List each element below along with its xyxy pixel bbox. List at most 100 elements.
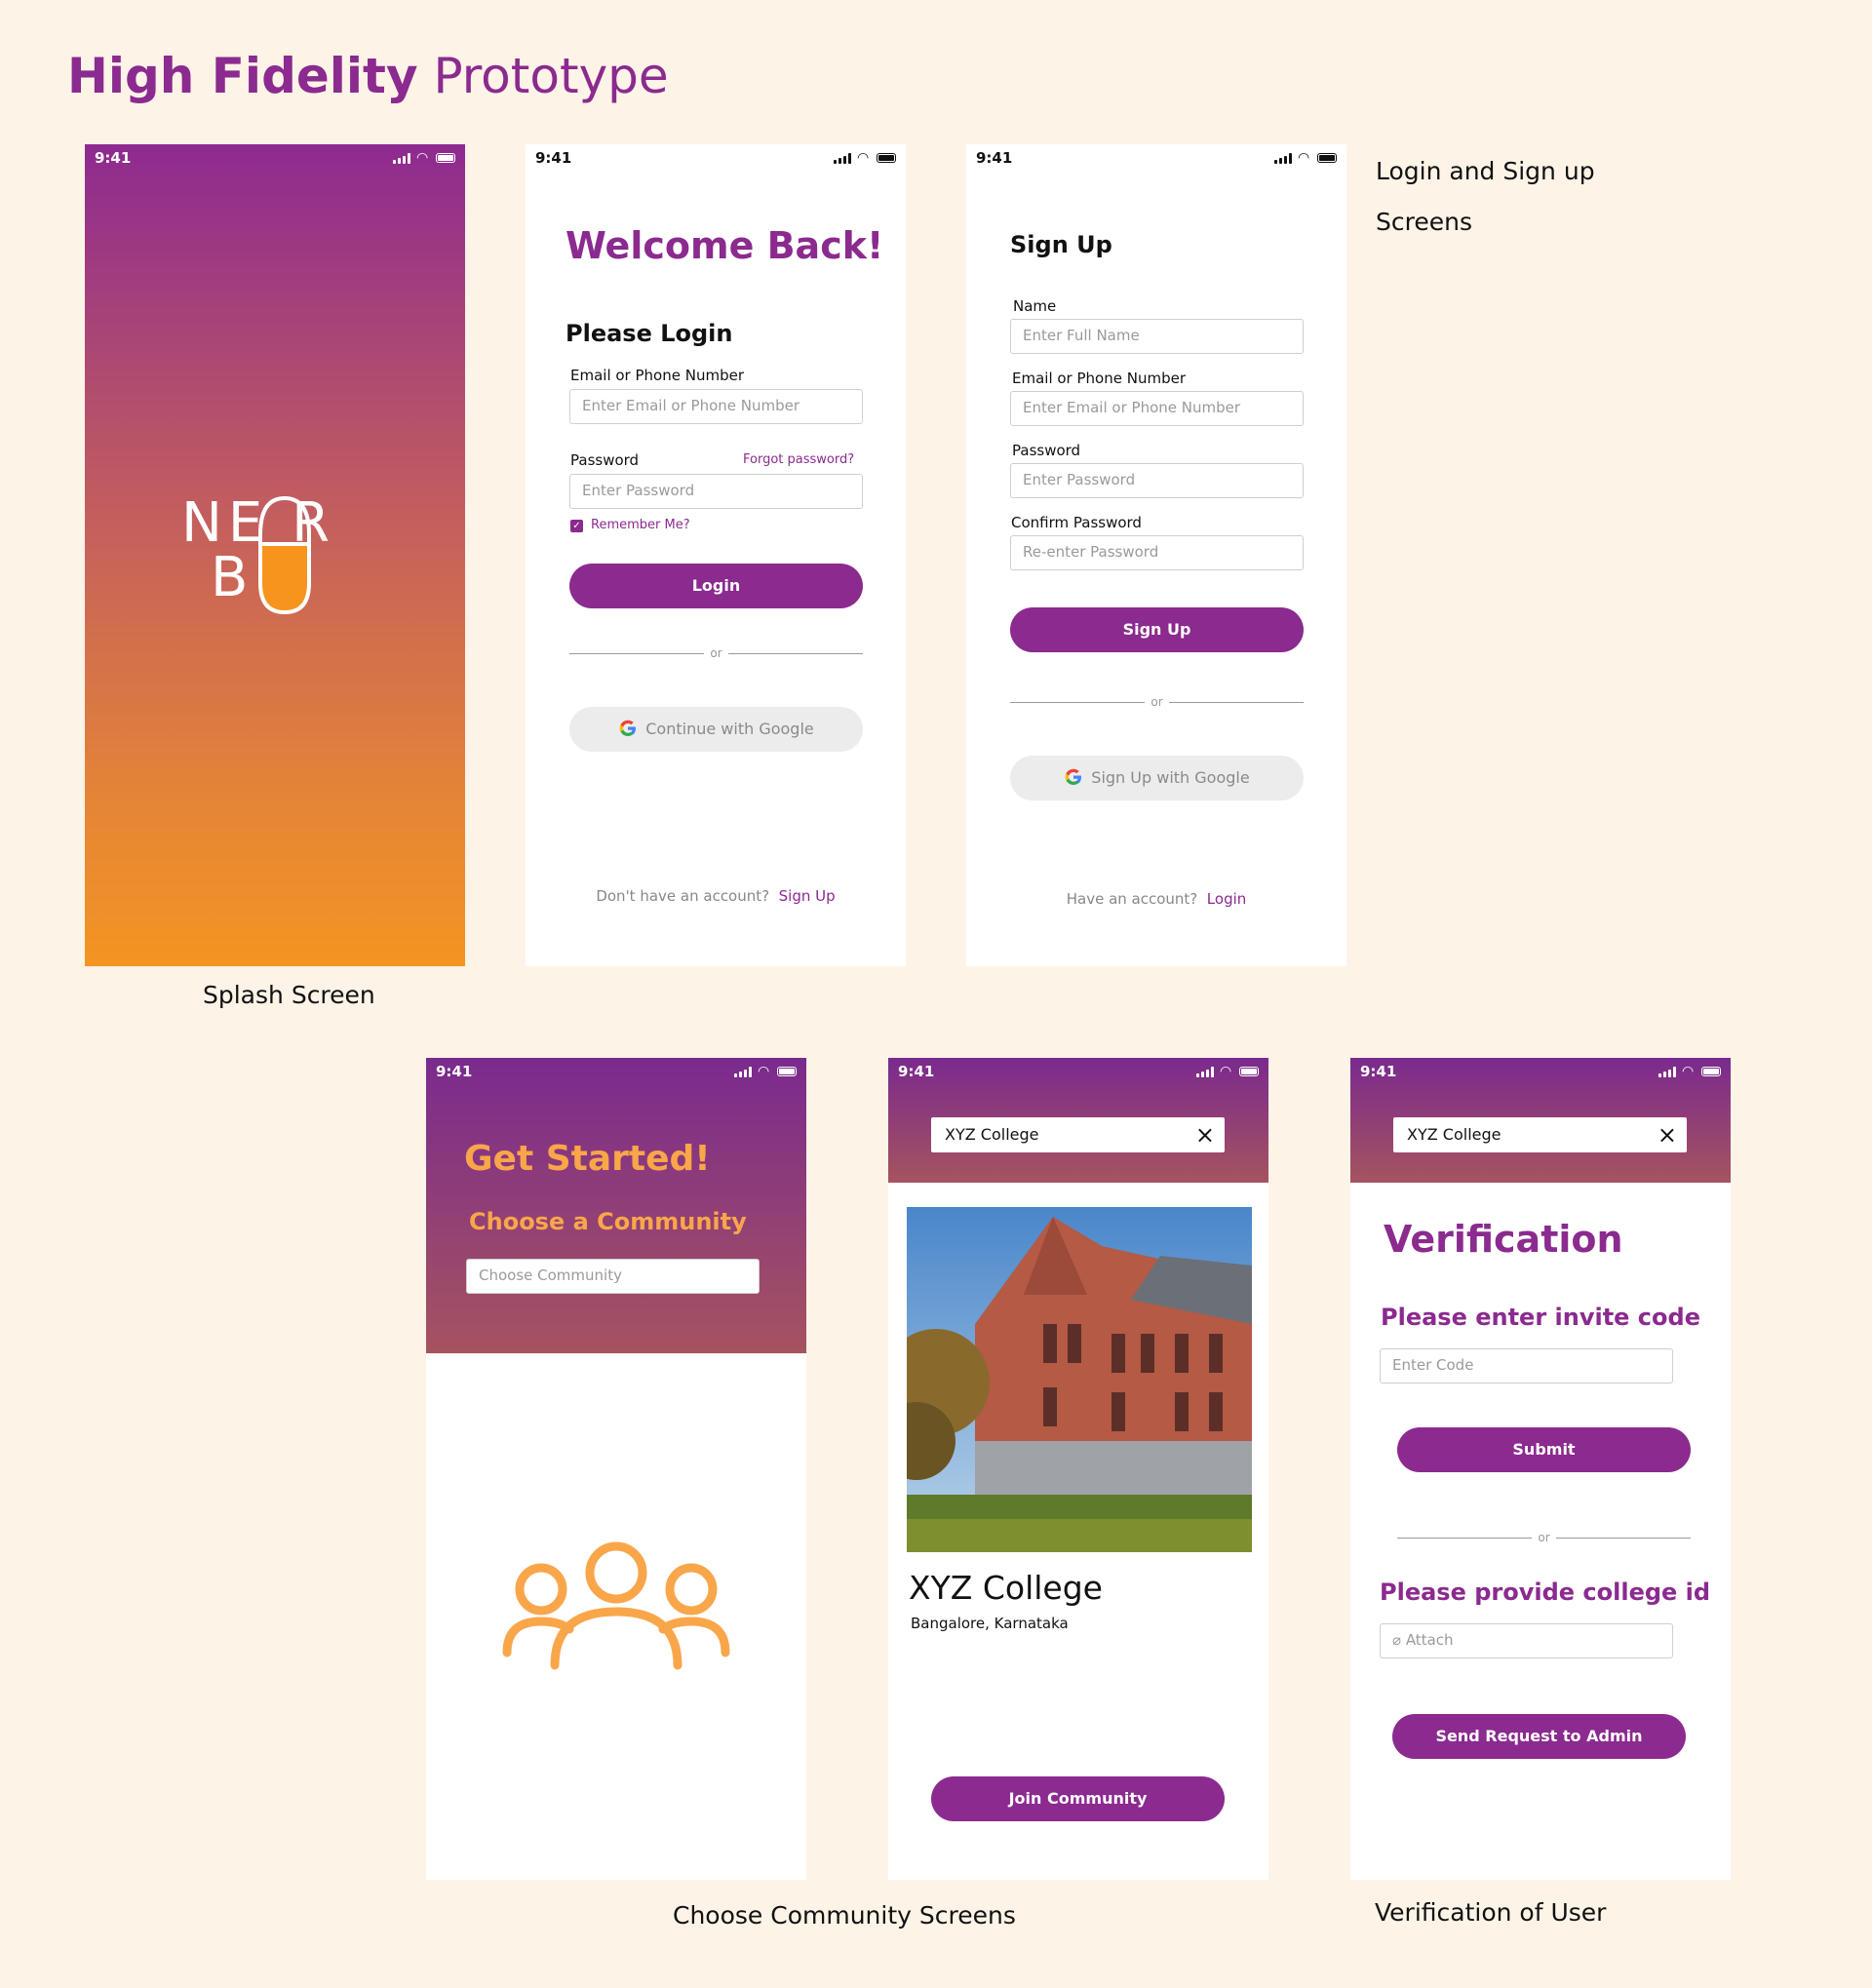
status-icons: ◠ xyxy=(1274,150,1339,166)
signal-icon xyxy=(734,1067,752,1077)
shopping-bag-icon xyxy=(258,495,311,615)
search-value: XYZ College xyxy=(945,1125,1039,1144)
choose-community-input[interactable]: Choose Community xyxy=(466,1259,760,1294)
signal-icon xyxy=(1658,1067,1676,1077)
status-time: 9:41 xyxy=(1360,1063,1397,1080)
or-text: or xyxy=(1538,1531,1550,1544)
signup-link[interactable]: Sign Up xyxy=(779,887,836,905)
status-time: 9:41 xyxy=(436,1063,473,1080)
password-label: Password xyxy=(570,451,640,469)
wifi-icon: ◠ xyxy=(1220,1064,1232,1079)
name-input[interactable]: Enter Full Name xyxy=(1010,319,1304,354)
college-id-label: Please provide college id xyxy=(1380,1579,1711,1606)
get-started-header xyxy=(426,1058,806,1353)
signup-prompt-text: Don't have an account? xyxy=(596,887,770,905)
name-label: Name xyxy=(1013,297,1057,315)
send-request-button[interactable]: Send Request to Admin xyxy=(1392,1714,1686,1759)
community-icon xyxy=(502,1541,730,1670)
battery-icon xyxy=(877,153,896,163)
signup-button[interactable]: Sign Up xyxy=(1010,607,1304,652)
battery-icon xyxy=(1317,153,1337,163)
battery-icon xyxy=(436,153,455,163)
status-bar: 9:41 ◠ xyxy=(1350,1058,1731,1087)
search-value: XYZ College xyxy=(1407,1125,1502,1144)
college-photo xyxy=(907,1207,1252,1552)
email-input[interactable]: Enter Email or Phone Number xyxy=(1010,391,1304,426)
submit-button[interactable]: Submit xyxy=(1397,1427,1691,1472)
login-subheading: Please Login xyxy=(566,320,733,347)
attach-placeholder: Attach xyxy=(1405,1631,1454,1649)
email-input[interactable]: Enter Email or Phone Number xyxy=(569,389,863,424)
wifi-icon: ◠ xyxy=(857,150,870,166)
remember-checkbox[interactable]: ✓ xyxy=(570,520,583,532)
or-text: or xyxy=(710,646,722,660)
page-title-light: Prototype xyxy=(433,48,669,104)
google-login-button[interactable]: Continue with Google xyxy=(569,707,863,752)
get-started-screen: 9:41 ◠ Get Started! Choose a Community C… xyxy=(426,1058,806,1880)
community-detail-screen: 9:41 ◠ XYZ College × XYZ College Bangalo… xyxy=(888,1058,1268,1880)
caption-login-signup-line-1: Login and Sign up xyxy=(1376,157,1595,185)
google-icon xyxy=(1065,768,1082,785)
caption-login-signup-line-2: Screens xyxy=(1376,208,1472,236)
status-time: 9:41 xyxy=(535,149,572,167)
or-divider: or xyxy=(1010,694,1304,710)
battery-icon xyxy=(777,1067,797,1076)
signup-screen: 9:41 ◠ Sign Up Name Enter Full Name Emai… xyxy=(966,144,1346,966)
password-label: Password xyxy=(1012,442,1081,459)
wifi-icon: ◠ xyxy=(1298,150,1310,166)
or-text: or xyxy=(1150,695,1163,709)
login-link[interactable]: Login xyxy=(1207,890,1246,908)
login-prompt: Have an account? Login xyxy=(966,890,1346,908)
splash-screen: 9:41 ◠ NE R B Y xyxy=(85,144,465,966)
signal-icon xyxy=(1196,1067,1214,1077)
status-bar: 9:41 ◠ xyxy=(526,144,906,174)
verification-screen: 9:41 ◠ XYZ College × Verification Please… xyxy=(1350,1058,1731,1880)
google-signup-button[interactable]: Sign Up with Google xyxy=(1010,756,1304,800)
wifi-icon: ◠ xyxy=(416,150,429,166)
password-input[interactable]: Enter Password xyxy=(569,474,863,509)
invite-code-label: Please enter invite code xyxy=(1381,1304,1700,1331)
password-input[interactable]: Enter Password xyxy=(1010,463,1304,498)
community-search-input[interactable]: XYZ College × xyxy=(1393,1117,1687,1152)
status-time: 9:41 xyxy=(95,149,132,167)
page-title: High Fidelity Prototype xyxy=(67,47,669,105)
signal-icon xyxy=(1274,153,1292,164)
status-icons: ◠ xyxy=(393,150,457,166)
status-bar: 9:41 ◠ xyxy=(888,1058,1268,1087)
or-divider: or xyxy=(1397,1530,1691,1545)
caption-community: Choose Community Screens xyxy=(673,1901,1016,1930)
wifi-icon: ◠ xyxy=(1682,1064,1695,1079)
choose-community-label: Choose a Community xyxy=(469,1208,747,1235)
join-community-button[interactable]: Join Community xyxy=(931,1776,1225,1821)
attach-input[interactable]: ⌀ Attach xyxy=(1380,1623,1673,1658)
status-icons: ◠ xyxy=(1658,1064,1723,1079)
battery-icon xyxy=(1701,1067,1721,1076)
get-started-heading: Get Started! xyxy=(464,1139,711,1179)
signal-icon xyxy=(834,153,851,164)
invite-code-input[interactable]: Enter Code xyxy=(1380,1348,1673,1384)
confirm-password-input[interactable]: Re-enter Password xyxy=(1010,535,1304,570)
signal-icon xyxy=(393,153,410,164)
caption-splash: Splash Screen xyxy=(203,981,375,1009)
signup-prompt: Don't have an account? Sign Up xyxy=(526,887,906,905)
or-divider: or xyxy=(569,645,863,661)
caption-verification: Verification of User xyxy=(1375,1898,1607,1927)
google-login-label: Continue with Google xyxy=(645,720,814,738)
community-search-input[interactable]: XYZ College × xyxy=(931,1117,1225,1152)
status-time: 9:41 xyxy=(898,1063,935,1080)
confirm-password-label: Confirm Password xyxy=(1011,514,1142,531)
signup-heading: Sign Up xyxy=(1010,231,1112,258)
email-label: Email or Phone Number xyxy=(570,367,744,384)
google-icon xyxy=(619,720,637,736)
page-title-bold: High Fidelity xyxy=(67,48,418,104)
battery-icon xyxy=(1239,1067,1259,1076)
close-icon[interactable]: × xyxy=(1658,1117,1677,1152)
status-time: 9:41 xyxy=(976,149,1013,167)
close-icon[interactable]: × xyxy=(1195,1117,1215,1152)
community-name: XYZ College xyxy=(909,1569,1103,1607)
status-icons: ◠ xyxy=(1196,1064,1261,1079)
login-button[interactable]: Login xyxy=(569,564,863,608)
remember-label: Remember Me? xyxy=(591,518,690,532)
forgot-password-link[interactable]: Forgot password? xyxy=(743,452,854,467)
paperclip-icon: ⌀ xyxy=(1392,1631,1402,1649)
